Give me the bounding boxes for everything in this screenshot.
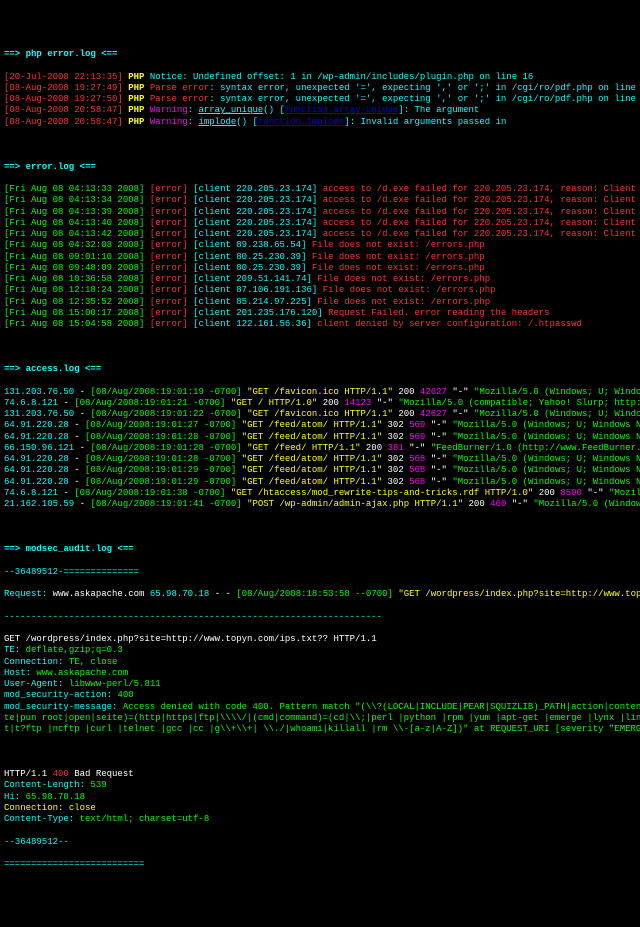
php-log-line: [08-Aug-2008 19:27:50] PHP Parse error: … [4, 94, 636, 105]
error-log-lines: [Fri Aug 08 04:13:33 2008] [error] [clie… [4, 184, 636, 330]
modsec-header-line: mod_security-action: 400 [4, 690, 636, 701]
modsec-response-line: Connection: close [4, 803, 636, 814]
modsec-header-line: TE: deflate,gzip;q=0.3 [4, 645, 636, 656]
section-header-php-error: ==> php error.log <== [4, 49, 636, 60]
modsec-header-line: te|pun root|open|seite)=(http|https|ftp|… [4, 713, 636, 724]
section-header-error: ==> error.log <== [4, 162, 636, 173]
php-log-line: [08-Aug-2008 20:58:47] PHP Warning: arra… [4, 105, 636, 116]
access-log-line: 64.91.220.28 - [08/Aug/2008:19:01:27 -07… [4, 420, 636, 431]
access-log-line: 131.203.76.50 - [08/Aug/2008:19:01:22 -0… [4, 409, 636, 420]
modsec-header-line: mod_security-message: Access denied with… [4, 702, 636, 713]
modsec-response-line: Hi: 65.98.70.18 [4, 792, 636, 803]
modsec-response-headers: HTTP/1.1 400 Bad RequestContent-Length: … [4, 769, 636, 825]
error-log-line: [Fri Aug 08 09:48:09 2008] [error] [clie… [4, 263, 636, 274]
error-log-line: [Fri Aug 08 15:04:58 2008] [error] [clie… [4, 319, 636, 330]
modsec-header-line: User-Agent: libwww-perl/5.811 [4, 679, 636, 690]
access-log-line: 66.150.96.121 - [08/Aug/2008:19:01:28 -0… [4, 443, 636, 454]
modsec-separator: --36489512-============== [4, 567, 636, 578]
modsec-response-line: Content-Length: 539 [4, 780, 636, 791]
modsec-header-line: GET /wordpress/index.php?site=http://www… [4, 634, 636, 645]
access-log-line: 131.203.76.50 - [08/Aug/2008:19:01:19 -0… [4, 387, 636, 398]
access-log-line: 21.162.105.59 - [08/Aug/2008:19:01:41 -0… [4, 499, 636, 510]
modsec-response-line: Content-Type: text/html; charset=utf-8 [4, 814, 636, 825]
error-log-line: [Fri Aug 08 12:35:52 2008] [error] [clie… [4, 297, 636, 308]
error-log-line: [Fri Aug 08 04:13:33 2008] [error] [clie… [4, 184, 636, 195]
modsec-separator: ----------------------------------------… [4, 612, 636, 623]
error-log-line: [Fri Aug 08 04:13:39 2008] [error] [clie… [4, 207, 636, 218]
access-log-line: 64.91.220.28 - [08/Aug/2008:19:01:28 -07… [4, 432, 636, 443]
php-log-line: [20-Jul-2008 22:13:35] PHP Notice: Undef… [4, 72, 636, 83]
modsec-request-line: Request: www.askapache.com 65.98.70.18 -… [4, 589, 636, 600]
access-log-lines: 131.203.76.50 - [08/Aug/2008:19:01:19 -0… [4, 387, 636, 511]
modsec-header-line: Host: www.askapache.com [4, 668, 636, 679]
access-log-line: 64.91.220.28 - [08/Aug/2008:19:01:29 -07… [4, 465, 636, 476]
modsec-response-line: HTTP/1.1 400 Bad Request [4, 769, 636, 780]
section-header-modsec: ==> modsec_audit.log <== [4, 544, 636, 555]
error-log-line: [Fri Aug 08 04:13:42 2008] [error] [clie… [4, 229, 636, 240]
php-log-line: [08-Aug-2008 19:27:49] PHP Parse error: … [4, 83, 636, 94]
php-log-line: [08-Aug-2008 20:58:47] PHP Warning: impl… [4, 117, 636, 128]
error-log-line: [Fri Aug 08 04:13:34 2008] [error] [clie… [4, 195, 636, 206]
error-log-line: [Fri Aug 08 10:36:58 2008] [error] [clie… [4, 274, 636, 285]
access-log-line: 64.91.220.28 - [08/Aug/2008:19:01:29 -07… [4, 477, 636, 488]
access-log-line: 64.91.220.28 - [08/Aug/2008:19:01:28 -07… [4, 454, 636, 465]
modsec-request-headers: GET /wordpress/index.php?site=http://www… [4, 634, 636, 735]
error-log-line: [Fri Aug 08 15:00:17 2008] [error] [clie… [4, 308, 636, 319]
error-log-line: [Fri Aug 08 12:18:24 2008] [error] [clie… [4, 285, 636, 296]
error-log-line: [Fri Aug 08 04:32:08 2008] [error] [clie… [4, 240, 636, 251]
error-log-line: [Fri Aug 08 04:13:40 2008] [error] [clie… [4, 218, 636, 229]
access-log-line: 74.6.8.121 - [08/Aug/2008:19:01:38 -0700… [4, 488, 636, 499]
access-log-line: 74.6.8.121 - [08/Aug/2008:19:01:21 -0700… [4, 398, 636, 409]
modsec-header-line: Connection: TE, close [4, 657, 636, 668]
modsec-header-line: t|t?ftp |ncftp |curl |telnet |gcc |cc |g… [4, 724, 636, 735]
error-log-line: [Fri Aug 08 09:01:10 2008] [error] [clie… [4, 252, 636, 263]
modsec-separator: ========================== [4, 859, 636, 870]
section-header-access: ==> access.log <== [4, 364, 636, 375]
modsec-separator: --36489512-- [4, 837, 636, 848]
php-error-lines: [20-Jul-2008 22:13:35] PHP Notice: Undef… [4, 72, 636, 128]
